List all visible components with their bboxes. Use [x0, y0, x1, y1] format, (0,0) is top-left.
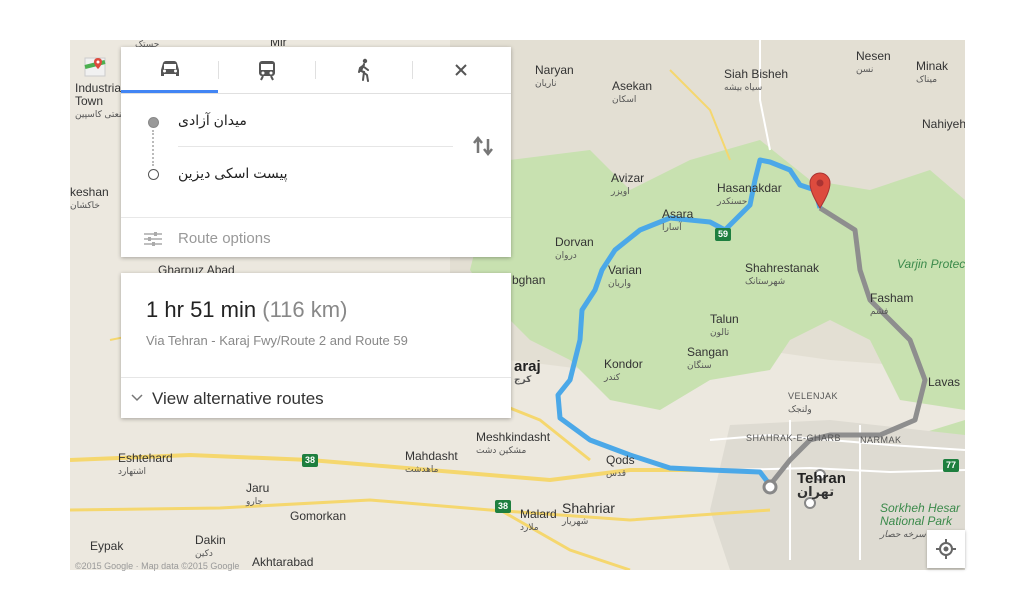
- destination-field[interactable]: پیست اسکی دیزین: [178, 165, 288, 182]
- route-options-row[interactable]: Route options: [121, 217, 511, 258]
- map-label-hasanakdar: Hasanakdar حسنکدر: [717, 181, 782, 207]
- my-location-button[interactable]: [927, 530, 965, 568]
- map-label-qods: Qods قدس: [606, 453, 635, 479]
- map-label-fasham: Fasham فشم: [870, 291, 914, 317]
- mode-walking-button[interactable]: [315, 47, 412, 93]
- map-label-meshkindasht: Meshkindasht مشکین دشت: [476, 430, 551, 456]
- origin-field[interactable]: میدان آزادی: [178, 112, 247, 129]
- chevron-down-icon: [131, 394, 143, 402]
- map-label-tehran: Tehran تهران: [797, 470, 846, 499]
- map-label-asara: Asara آسارا: [662, 207, 694, 233]
- map-label-nesen: Nesen نسن: [856, 49, 891, 75]
- route-shield-38: 38: [495, 500, 511, 513]
- close-directions-button[interactable]: [412, 47, 509, 93]
- close-icon: [454, 64, 467, 76]
- mode-driving-button[interactable]: [121, 47, 218, 93]
- map-label-asekan: Asekan اسکان: [612, 79, 653, 105]
- travel-mode-bar: [121, 47, 511, 94]
- waypoint-marker: [804, 497, 816, 509]
- alternative-routes-label: View alternative routes: [152, 389, 324, 408]
- map-label-dakin: Dakin دکین: [195, 533, 226, 559]
- route-distance: (116 km): [262, 297, 348, 322]
- directions-panel: میدان آزادی پیست اسکی دیزین Route option…: [121, 47, 511, 257]
- maps-logo-icon[interactable]: [84, 55, 108, 79]
- train-icon: [258, 61, 275, 81]
- field-divider: [178, 146, 453, 147]
- map-label-velenjak: VELENJAK ولنجک: [788, 391, 839, 414]
- waypoint-connector: [152, 130, 154, 166]
- origin-dot-icon: [148, 117, 159, 128]
- swap-icon: [473, 135, 493, 157]
- route-shield-38: 38: [302, 454, 318, 467]
- sliders-icon: [144, 232, 162, 246]
- map-label-nahiyeh: Nahiyeh: [922, 117, 965, 131]
- route-options-label: Route options: [178, 230, 271, 247]
- map-label-mahdasht: Mahdasht ماهدشت: [405, 449, 458, 475]
- route-shield-77: 77: [943, 459, 959, 472]
- map-label-varjin: Varjin Protec: [897, 257, 965, 271]
- mode-transit-button[interactable]: [218, 47, 315, 93]
- map-label-eshtehard: Eshtehard اشتهارد: [118, 451, 173, 477]
- map-label-siah-bisheh: Siah Bisheh سیاه بیشه: [724, 67, 789, 93]
- map-label-jaru: Jaru جارو: [246, 481, 270, 507]
- map-copyright: ©2015 Google · Map data ©2015 Google: [75, 561, 240, 571]
- route-via: Via Tehran - Karaj Fwy/Route 2 and Route…: [146, 333, 408, 348]
- crosshair-icon: [936, 539, 956, 559]
- map-label-shahrestanak: Shahrestanak شهرستانک: [745, 261, 820, 287]
- map-label-bghan: bghan: [512, 273, 546, 287]
- walk-icon: [357, 58, 369, 82]
- map-label-naryan: Naryan ناریان: [535, 63, 574, 89]
- route-shield-59: 59: [715, 228, 731, 241]
- map-label-talun: Talun تالون: [710, 312, 739, 338]
- route-duration: 1 hr 51 min (116 km): [146, 297, 348, 322]
- map-label-eypak: Eypak: [90, 539, 124, 553]
- map-label-minak: Minak میناک: [916, 59, 949, 85]
- map-label-malard: Malard ملارد: [520, 507, 557, 533]
- map-label-varian: Varian واریان: [608, 263, 642, 289]
- map-label-sangan: Sangan سنگان: [687, 345, 729, 371]
- destination-dot-icon: [148, 169, 159, 180]
- route-summary-panel[interactable]: 1 hr 51 min (116 km) Via Tehran - Karaj …: [121, 273, 511, 418]
- map-label-shahrak: SHAHRAK-E-GHARB: [746, 433, 842, 443]
- swap-waypoints-button[interactable]: [471, 135, 497, 157]
- map-label-keshan: keshan خاکشان: [70, 185, 109, 211]
- map-label-kondor: Kondor کندر: [604, 357, 643, 383]
- map-label-dorvan: Dorvan دروان: [555, 235, 594, 261]
- origin-marker[interactable]: [762, 479, 778, 495]
- map-label-avizar: Avizar اویزر: [611, 171, 645, 197]
- map-label-lavas: Lavas: [928, 375, 961, 389]
- car-icon: [160, 60, 179, 76]
- map-label-akhtarabad: Akhtarabad: [252, 555, 314, 569]
- map-label-gomorkan: Gomorkan: [290, 509, 347, 523]
- map-label-shahriar: Shahriar شهریار: [562, 500, 615, 526]
- map-label-narmak: NARMAK: [860, 435, 902, 445]
- map-label-karaj: araj کرج: [514, 358, 541, 384]
- alternative-routes-row[interactable]: View alternative routes: [121, 377, 511, 419]
